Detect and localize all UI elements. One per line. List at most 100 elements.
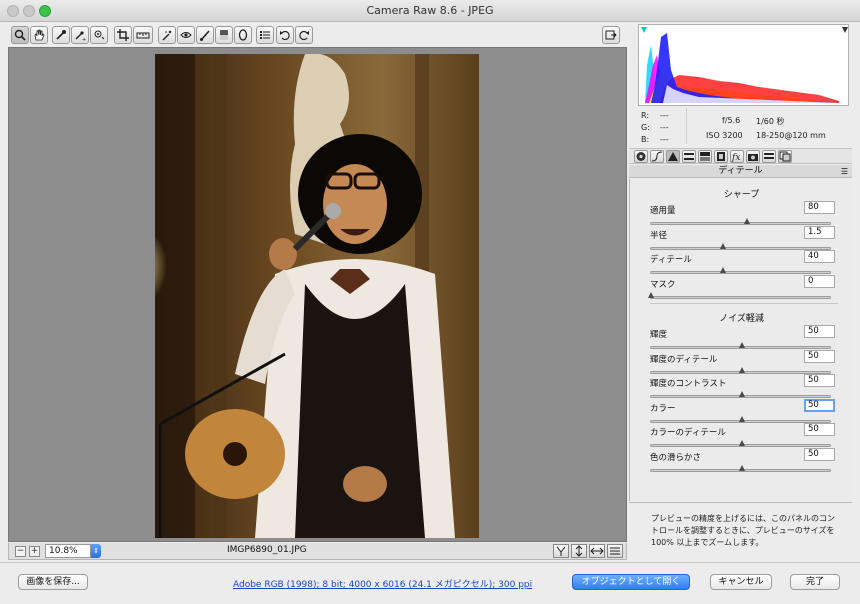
save-image-button[interactable]: 画像を保存... bbox=[18, 574, 88, 590]
radial-filter-button[interactable] bbox=[234, 26, 252, 44]
noise-label: 輝度のディテール bbox=[650, 354, 718, 365]
before-after-view-button[interactable] bbox=[553, 544, 569, 558]
image-preview-area[interactable] bbox=[8, 47, 627, 542]
red-eye-tool-button[interactable] bbox=[177, 26, 195, 44]
target-icon bbox=[94, 30, 105, 40]
hand-tool-button[interactable] bbox=[30, 26, 48, 44]
preferences-button[interactable] bbox=[256, 26, 274, 44]
cancel-button[interactable]: キャンセル bbox=[710, 574, 772, 590]
sliders-icon bbox=[610, 547, 620, 555]
panel-note: プレビューの精度を上げるには、このパネルのコントロールを調整するときに、プレビュ… bbox=[629, 502, 852, 561]
zoom-window-button[interactable] bbox=[39, 5, 51, 17]
tab-split-toning[interactable] bbox=[698, 150, 712, 163]
noise-value-field[interactable]: 50 bbox=[804, 398, 835, 412]
sharpen-value-field[interactable]: 40 bbox=[804, 250, 835, 264]
hand-icon bbox=[34, 29, 45, 41]
list-icon bbox=[260, 31, 270, 39]
preview-image bbox=[155, 54, 479, 538]
image-info: R: --- G: --- B: --- f/5.6 1/60 秒 ISO 32… bbox=[638, 108, 849, 146]
rotate-left-icon bbox=[280, 30, 290, 41]
crop-tool-button[interactable] bbox=[114, 26, 132, 44]
noise-slider-thumb[interactable] bbox=[738, 342, 745, 348]
noise-label: 輝度のコントラスト bbox=[650, 379, 727, 390]
zoom-level-field[interactable]: 10.8% bbox=[45, 544, 91, 558]
done-button[interactable]: 完了 bbox=[790, 574, 840, 590]
hsl-icon bbox=[684, 153, 694, 160]
minimize-window-button[interactable] bbox=[23, 5, 35, 17]
noise-value-field[interactable]: 50 bbox=[804, 423, 835, 437]
swap-settings-button[interactable] bbox=[571, 544, 587, 558]
sharpen-slider-thumb[interactable] bbox=[720, 242, 727, 249]
tab-tone-curve[interactable] bbox=[650, 150, 664, 163]
rotate-cw-button[interactable] bbox=[295, 26, 313, 44]
noise-value-field[interactable]: 50 bbox=[804, 349, 835, 363]
tool-bar: + bbox=[8, 24, 628, 46]
window-title: Camera Raw 8.6 - JPEG bbox=[366, 4, 494, 17]
r-value: --- bbox=[660, 111, 669, 120]
copy-settings-button[interactable] bbox=[589, 544, 605, 558]
white-balance-tool-button[interactable] bbox=[52, 26, 70, 44]
noise-value-field[interactable]: 50 bbox=[804, 448, 835, 461]
spot-removal-tool-button[interactable] bbox=[158, 26, 176, 44]
sharpen-slider-track[interactable] bbox=[650, 246, 831, 250]
right-panel: R: --- G: --- B: --- f/5.6 1/60 秒 ISO 32… bbox=[629, 24, 852, 561]
tab-basic[interactable] bbox=[634, 150, 648, 163]
close-window-button[interactable] bbox=[7, 5, 19, 17]
sharpen-value-field[interactable]: 1.5 bbox=[804, 225, 835, 239]
sharpen-slider-track[interactable] bbox=[650, 271, 831, 275]
rotate-ccw-button[interactable] bbox=[276, 26, 294, 44]
zoom-in-button[interactable]: + bbox=[29, 546, 40, 557]
panel-title-text: ディテール bbox=[718, 166, 763, 176]
tab-presets[interactable] bbox=[762, 150, 776, 163]
sharpen-value-field[interactable]: 80 bbox=[804, 201, 835, 214]
sharpen-value-field[interactable]: 0 bbox=[804, 274, 835, 288]
toggle-fullscreen-button[interactable] bbox=[602, 26, 620, 44]
adjustment-brush-button[interactable] bbox=[196, 26, 214, 44]
noise-value-field[interactable]: 50 bbox=[804, 325, 835, 338]
noise-slider-thumb[interactable] bbox=[738, 415, 745, 422]
graduated-filter-button[interactable] bbox=[215, 26, 233, 44]
sharpen-slider-track[interactable] bbox=[650, 295, 831, 299]
sharpen-slider-thumb[interactable] bbox=[720, 267, 727, 274]
color-sampler-tool-button[interactable]: + bbox=[71, 26, 89, 44]
sharpen-slider-track[interactable] bbox=[650, 222, 831, 225]
noise-slider-thumb[interactable] bbox=[738, 366, 745, 373]
triangle-icon bbox=[668, 152, 678, 161]
tab-snapshots[interactable] bbox=[778, 150, 792, 163]
tab-detail[interactable] bbox=[666, 150, 680, 163]
preview-status-bar: − + 10.8% ⇕ IMGP6890_01.JPG bbox=[8, 543, 627, 560]
fx-icon: fx bbox=[731, 153, 740, 163]
detail-panel: シャープ 適用量 80 半径 1.5 ディテール 40 マスク 0 ノイズ軽減 輝度 50 輝度の… bbox=[629, 179, 852, 501]
rotate-right-icon bbox=[299, 30, 309, 41]
straighten-tool-button[interactable] bbox=[133, 26, 153, 44]
bottom-bar: 画像を保存... Adobe RGB (1998); 8 bit; 4000 x… bbox=[0, 562, 860, 604]
tab-camera-calibration[interactable] bbox=[746, 150, 760, 163]
r-label: R: bbox=[641, 111, 650, 120]
panel-tabs: fx bbox=[629, 148, 852, 164]
sharpen-slider-thumb[interactable] bbox=[743, 218, 750, 224]
zoom-out-button[interactable]: − bbox=[15, 546, 26, 557]
noise-slider-thumb[interactable] bbox=[738, 440, 745, 447]
sharpen-slider-thumb[interactable] bbox=[648, 291, 654, 298]
toggle-current-settings-button[interactable] bbox=[607, 544, 623, 558]
svg-text:fx: fx bbox=[731, 153, 740, 162]
magnifier-icon bbox=[14, 29, 26, 41]
noise-label: カラーのディテール bbox=[650, 428, 726, 439]
noise-slider-thumb[interactable] bbox=[738, 465, 745, 471]
curve-icon bbox=[651, 151, 663, 162]
shutter-speed: 1/60 秒 bbox=[756, 117, 785, 126]
panel-menu-icon[interactable]: ☰ bbox=[841, 165, 848, 178]
zoom-dropdown-arrow[interactable]: ⇕ bbox=[91, 544, 101, 558]
zoom-tool-button[interactable] bbox=[11, 26, 29, 44]
tab-hsl[interactable] bbox=[682, 150, 696, 163]
y-icon bbox=[556, 546, 566, 556]
camera-raw-window: Camera Raw 8.6 - JPEG + − + 10.8% ⇕ IMGP… bbox=[0, 0, 860, 604]
workflow-options-link[interactable]: Adobe RGB (1998); 8 bit; 4000 x 6016 (24… bbox=[233, 577, 532, 590]
open-object-button[interactable]: オブジェクトとして開く bbox=[572, 574, 690, 590]
target-adjustment-tool-button[interactable] bbox=[90, 26, 108, 44]
noise-slider-thumb[interactable] bbox=[738, 391, 745, 398]
sharpen-label: 適用量 bbox=[650, 206, 676, 216]
tab-lens-corrections[interactable] bbox=[714, 150, 728, 163]
noise-value-field[interactable]: 50 bbox=[804, 374, 835, 388]
tab-effects[interactable]: fx bbox=[730, 150, 744, 163]
